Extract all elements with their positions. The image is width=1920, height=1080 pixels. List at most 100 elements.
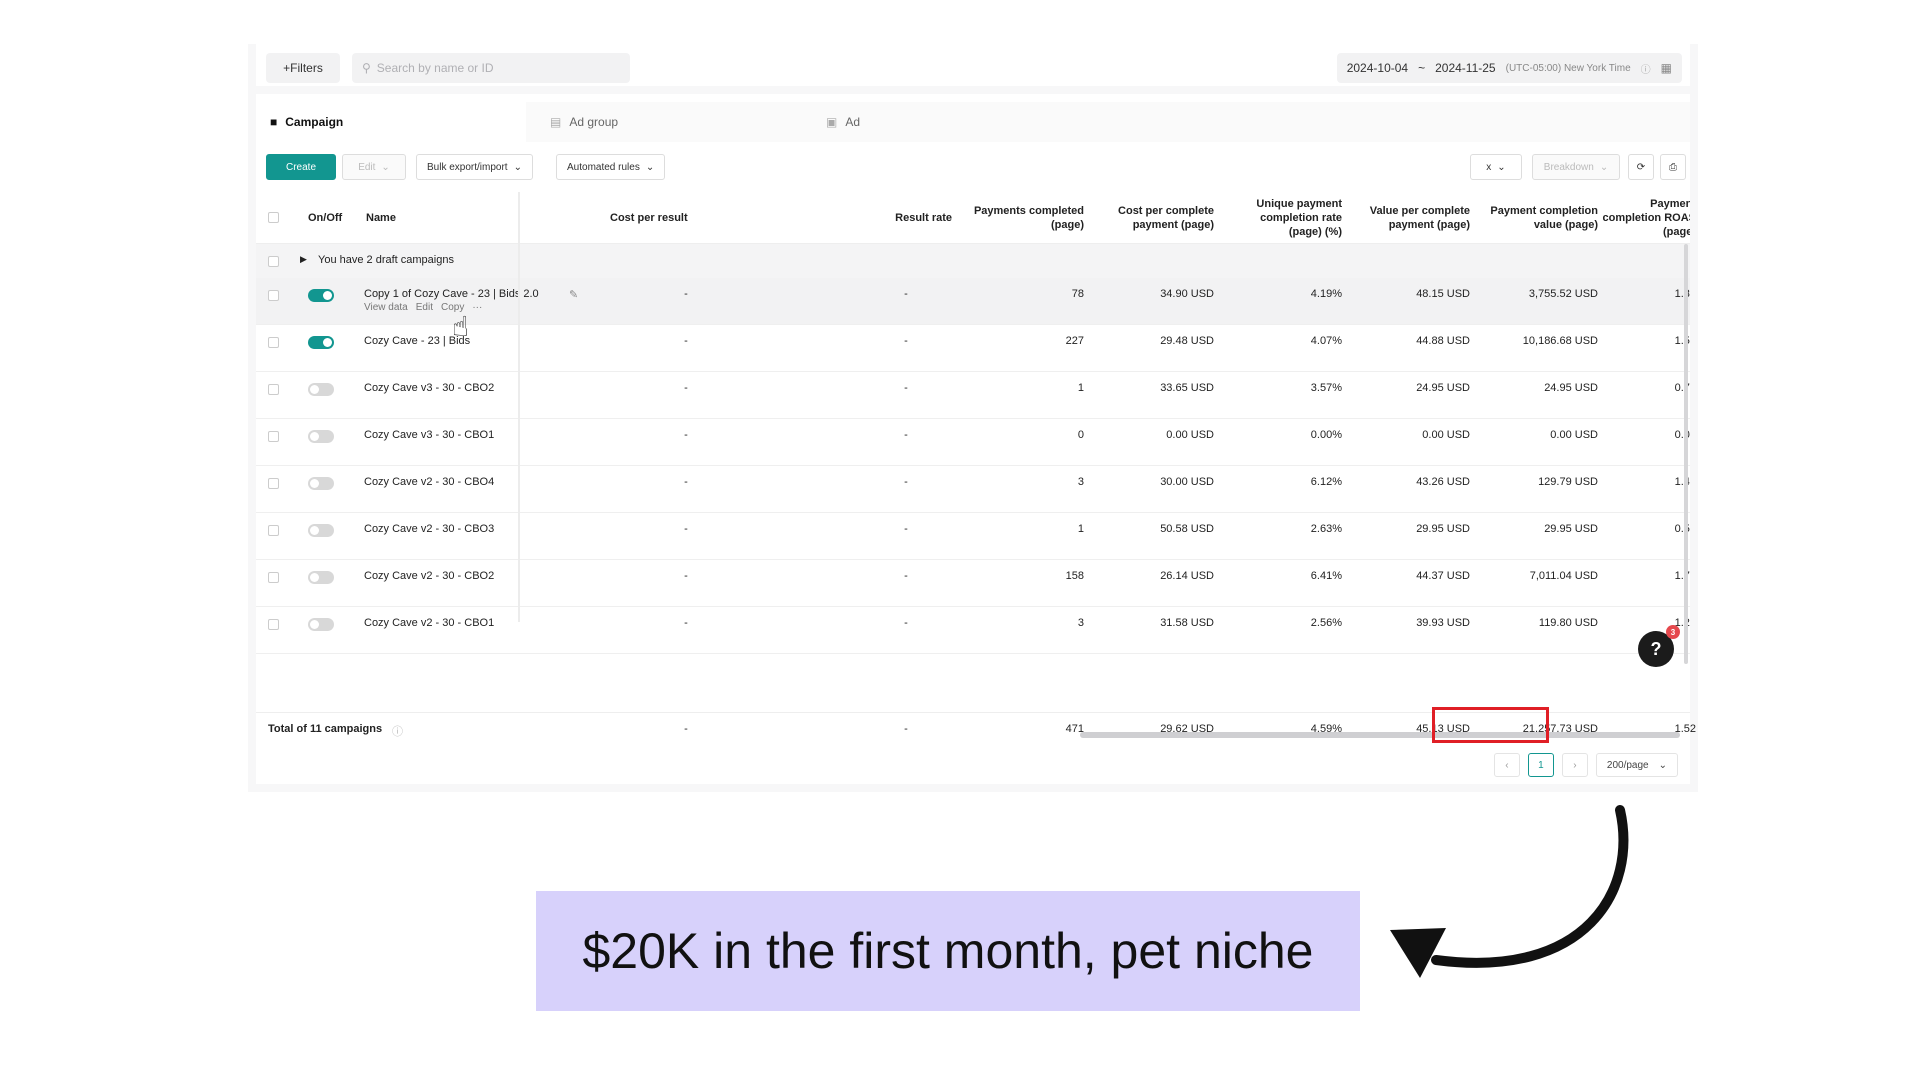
export-button[interactable]: ⎙ [1660, 154, 1686, 180]
table-row[interactable]: Cozy Cave - 23 | Bids - -227 29.48 USD 4.07%… [256, 325, 1690, 372]
col-value-per-payment[interactable]: Value per complete payment (page) [1354, 192, 1470, 244]
chevron-down-icon: ⌄ [513, 161, 522, 173]
draft-campaigns-row[interactable]: ▶ You have 2 draft campaigns [256, 244, 1690, 278]
campaign-name[interactable]: Cozy Cave v2 - 30 - CBO1 [364, 617, 494, 629]
campaign-toggle[interactable] [308, 430, 334, 443]
campaign-name[interactable]: Cozy Cave v3 - 30 - CBO2 [364, 382, 494, 394]
row-checkbox[interactable] [268, 572, 279, 583]
caret-right-icon[interactable]: ▶ [300, 254, 307, 265]
prev-page-button[interactable]: ‹ [1493, 753, 1520, 777]
row-checkbox[interactable] [268, 525, 279, 536]
campaign-name[interactable]: Copy 1 of Cozy Cave - 23 | Bids 2.0 [364, 288, 539, 300]
col-roas[interactable]: Payment completion ROAS (page) [1596, 192, 1690, 244]
table-row[interactable]: Cozy Cave v2 - 30 - CBO1 - - 3 31.58 USD 2.56… [256, 607, 1690, 654]
col-cost-per-payment[interactable]: Cost per complete payment (page) [1098, 192, 1214, 244]
roas: 0.59 [1674, 523, 1690, 535]
completion-rate: 4.07% [1310, 335, 1342, 347]
pencil-icon[interactable]: ✎ [569, 288, 578, 301]
table-row[interactable]: Cozy Cave v2 - 30--00.00 USD0.00%0.00 US… [256, 654, 1690, 662]
page-size-select[interactable]: 200/page ⌄ [1595, 753, 1678, 777]
next-page-button[interactable]: › [1561, 753, 1588, 777]
breakdown-dropdown[interactable]: Breakdown ⌄ [1532, 154, 1620, 180]
edit-label: Edit [358, 161, 376, 173]
payments-completed: 3 [1077, 476, 1084, 488]
campaign-name[interactable]: Cozy Cave v2 - 30 - CBO2 [364, 570, 494, 582]
horizontal-scrollbar[interactable] [1080, 732, 1680, 738]
row-checkbox[interactable] [268, 619, 279, 630]
tab-campaign-label: Campaign [285, 115, 344, 129]
col-name[interactable]: Name [366, 192, 396, 244]
row-checkbox[interactable] [268, 337, 279, 348]
completion-rate: 2.63% [1310, 523, 1342, 535]
campaign-name[interactable]: Cozy Cave v2 - 30 - CBO4 [364, 476, 494, 488]
campaign-toggle[interactable] [308, 524, 334, 537]
campaign-toggle[interactable] [308, 618, 334, 631]
date-range-picker[interactable]: 2024-10-04 ~ 2024-11-25 (UTC-05:00) New … [1336, 53, 1682, 83]
cost-per-payment: 34.90 USD [1160, 288, 1214, 300]
create-button[interactable]: Create [266, 154, 336, 180]
info-icon: ⓘ [1640, 64, 1651, 76]
date-start: 2024-10-04 [1346, 61, 1409, 75]
filters-button[interactable]: +Filters [266, 53, 340, 83]
select-all-checkbox[interactable] [268, 212, 279, 223]
vertical-scrollbar[interactable] [1684, 244, 1688, 664]
col-onoff[interactable]: On/Off [308, 192, 342, 244]
calendar-icon[interactable]: ▦ [1661, 61, 1672, 75]
tab-ad-group[interactable]: ▤ Ad group [536, 102, 618, 142]
column-preset-dropdown[interactable]: x ⌄ [1470, 154, 1522, 180]
payments-completed: 1 [1077, 523, 1084, 535]
table-row[interactable]: Cozy Cave v2 - 30 - CBO4 - - 3 30.00 USD 6.12… [256, 466, 1690, 513]
campaign-toggle[interactable] [308, 383, 334, 396]
page-number-button[interactable]: 1 [1527, 753, 1554, 777]
cost-per-payment: 29.48 USD [1160, 335, 1214, 347]
table-header: On/Off Name Cost per result Result rate … [256, 192, 1690, 244]
campaign-name[interactable]: Cozy Cave v2 - 30 - CBO3 [364, 523, 494, 535]
completion-value: 29.95 USD [1544, 523, 1598, 535]
edit-link[interactable]: Edit [416, 302, 433, 313]
campaign-toggle[interactable] [308, 477, 334, 490]
more-icon[interactable]: ··· [472, 302, 482, 313]
row-checkbox[interactable] [268, 290, 279, 301]
payments-completed: 78 [1071, 288, 1084, 300]
draft-checkbox[interactable] [268, 256, 279, 267]
result-rate: - [904, 523, 908, 535]
col-completion-value[interactable]: Payment completion value (page) [1482, 192, 1598, 244]
hand-cursor-icon: ☝ [452, 311, 470, 342]
campaign-toggle[interactable] [308, 336, 334, 349]
table-row[interactable]: Cozy Cave v3 - 30 - CBO2 - - 1 33.65 USD 3.57… [256, 372, 1690, 419]
cost-per-result: - [684, 523, 688, 535]
refresh-button[interactable]: ⟳ [1628, 154, 1654, 180]
result-rate: - [904, 335, 908, 347]
cost-per-result: - [684, 570, 688, 582]
campaign-toggle[interactable] [308, 289, 334, 302]
refresh-icon: ⟳ [1636, 161, 1646, 173]
col-result-rate[interactable]: Result rate [836, 192, 952, 244]
col-unique-completion-rate[interactable]: Unique payment completion rate (page) (%… [1226, 192, 1342, 244]
table-row[interactable]: Cozy Cave v3 - 30 - CBO1 - - 0 0.00 USD 0.00%… [256, 419, 1690, 466]
col-payments-completed[interactable]: Payments completed (page) [968, 192, 1084, 244]
row-checkbox[interactable] [268, 384, 279, 395]
view-data-link[interactable]: View data [364, 302, 408, 313]
campaign-toggle[interactable] [308, 571, 334, 584]
bulk-export-import-dropdown[interactable]: Bulk export/import ⌄ [416, 154, 533, 180]
ads-manager-content: +Filters ⚲ Search by name or ID 2024-10-… [256, 44, 1696, 784]
ads-manager-panel: +Filters ⚲ Search by name or ID 2024-10-… [248, 44, 1698, 792]
completion-value: 7,011.04 USD [1529, 570, 1598, 582]
row-checkbox[interactable] [268, 478, 279, 489]
automated-rules-dropdown[interactable]: Automated rules ⌄ [556, 154, 666, 180]
tab-ad[interactable]: ▣ Ad [812, 102, 860, 142]
table-row[interactable]: Cozy Cave v2 - 30 - CBO3 - - 1 50.58 USD 2.63… [256, 513, 1690, 560]
col-cost-per-result[interactable]: Cost per result [610, 192, 688, 244]
campaign-name[interactable]: Cozy Cave v3 - 30 - CBO1 [364, 429, 494, 441]
tab-campaign[interactable]: ■ Campaign [256, 102, 526, 142]
table-row[interactable]: Cozy Cave v2 - 30 - CBO2 - - 158 26.14 USD 6.… [256, 560, 1690, 607]
row-checkbox[interactable] [268, 431, 279, 442]
search-input[interactable]: ⚲ Search by name or ID [352, 53, 630, 83]
table-row[interactable]: Copy 1 of Cozy Cave - 23 | Bids 2.0 ✎ View… [256, 278, 1690, 325]
help-button[interactable]: ? 3 [1638, 625, 1680, 667]
completion-value: 24.95 USD [1544, 382, 1598, 394]
value-per-payment: 39.93 USD [1416, 617, 1470, 629]
completion-value: 119.80 USD [1538, 617, 1598, 629]
edit-dropdown[interactable]: Edit ⌄ [342, 154, 406, 180]
result-rate: - [904, 570, 908, 582]
